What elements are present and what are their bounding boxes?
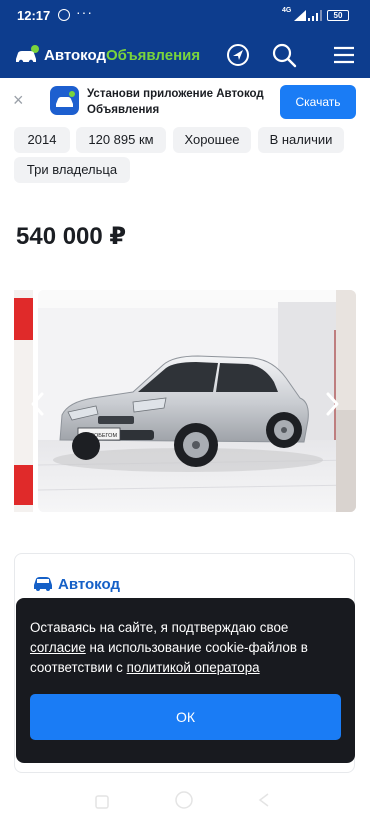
car-icon: [34, 577, 52, 591]
photo-gallery[interactable]: С ПРОБЕГОМ: [0, 290, 370, 512]
car-logo-icon: [16, 45, 39, 65]
app-icon: [50, 86, 79, 115]
chip-owners: Три владельца: [14, 157, 130, 183]
site-header: АвтокодОбъявления: [0, 32, 370, 78]
system-nav-bar: [0, 782, 370, 822]
brand-logo[interactable]: АвтокодОбъявления: [14, 41, 200, 69]
main-car-photo[interactable]: С ПРОБЕГОМ: [38, 290, 354, 512]
seller-name[interactable]: Автокод: [58, 576, 120, 593]
operator-policy-link[interactable]: политикой оператора: [127, 660, 260, 675]
cookie-text-part-1: Оставаясь на сайте, я подтверждаю свое: [30, 620, 289, 635]
chip-condition: Хорошее: [173, 127, 251, 153]
signal-icon: [294, 10, 306, 21]
chip-year: 2014: [14, 127, 70, 153]
system-nav-icons: [95, 791, 269, 809]
banner-text: Установи приложение Автокод Объявления: [87, 88, 264, 116]
menu-icon[interactable]: [330, 41, 358, 69]
battery-icon: 50: [327, 10, 349, 21]
cookie-ok-button[interactable]: ОК: [30, 694, 341, 740]
brand-name: АвтокодОбъявления: [44, 46, 201, 64]
cookie-consent-dialog: Оставаясь на сайте, я подтверждаю свое с…: [16, 598, 355, 763]
whatsapp-icon: [58, 9, 70, 21]
chevron-right-icon[interactable]: [322, 390, 342, 418]
app-car-icon: [56, 91, 75, 107]
car-photo-image: С ПРОБЕГОМ: [38, 290, 354, 512]
network-type: 4G: [282, 7, 292, 14]
consent-link[interactable]: согласие: [30, 640, 86, 655]
cookie-text: Оставаясь на сайте, я подтверждаю свое с…: [30, 618, 345, 678]
search-icon[interactable]: [270, 41, 298, 69]
navigation-arrow-icon[interactable]: [224, 41, 252, 69]
chip-mileage: 120 895 км: [76, 127, 166, 153]
status-bar: 12:17 ··· 4G 50: [0, 0, 370, 32]
listing-price: 540 000 ₽: [16, 223, 127, 250]
more-notifications-icon: ···: [76, 4, 93, 20]
signal-2-icon: [308, 10, 322, 21]
status-time: 12:17: [17, 8, 51, 23]
banner-close-button[interactable]: ×: [13, 90, 24, 111]
chip-availability: В наличии: [258, 127, 344, 153]
chevron-left-icon[interactable]: [28, 390, 48, 418]
app-install-banner: × Установи приложение Автокод Объявления…: [0, 78, 370, 126]
download-button[interactable]: Скачать: [280, 85, 356, 119]
